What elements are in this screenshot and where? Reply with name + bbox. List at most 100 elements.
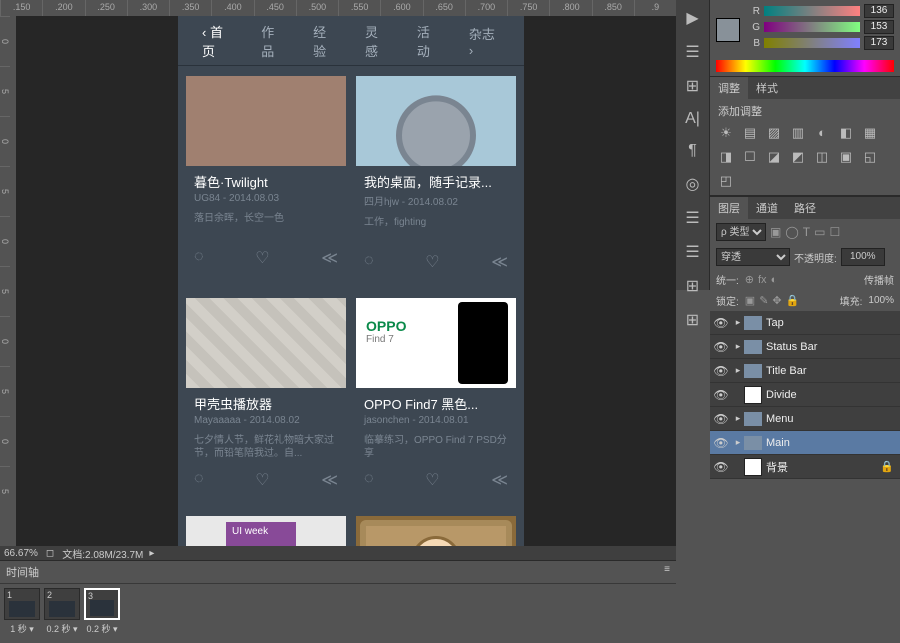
adjustment-icon[interactable]: ◨	[718, 149, 734, 165]
adjustment-icon[interactable]: ◩	[790, 149, 806, 165]
layer-row[interactable]: 👁▸ Title Bar	[710, 359, 900, 383]
filter-adjust-icon[interactable]: ◯	[785, 225, 798, 239]
layer-name[interactable]: Main	[766, 437, 790, 449]
visibility-icon[interactable]: 👁	[710, 460, 732, 474]
layer-row[interactable]: 👁Divide	[710, 383, 900, 407]
dock-icon[interactable]: ⊞	[686, 76, 699, 96]
share-icon[interactable]: ≪	[491, 470, 508, 490]
adjustment-icon[interactable]: ▥	[790, 125, 806, 141]
adjustment-icon[interactable]: ◧	[838, 125, 854, 141]
visibility-icon[interactable]: 👁	[710, 388, 732, 402]
expand-icon[interactable]: ▸	[732, 341, 744, 352]
expand-icon[interactable]: ▸	[732, 317, 744, 328]
lock-all-icon[interactable]: 🔒	[786, 295, 800, 307]
like-icon[interactable]: ♡	[425, 470, 439, 490]
comment-icon[interactable]: ◌	[364, 470, 374, 490]
timeline-frame[interactable]: 20.2 秒 ▾	[44, 588, 80, 635]
visibility-icon[interactable]: 👁	[710, 364, 732, 378]
dock-icon[interactable]: A|	[685, 110, 700, 128]
timeline-frame[interactable]: 30.2 秒 ▾	[84, 588, 120, 635]
unify-style-icon[interactable]: ◐	[771, 274, 778, 286]
layer-name[interactable]: 背景	[766, 459, 788, 475]
tab-channels[interactable]: 通道	[748, 197, 786, 219]
document-canvas[interactable]: ‹ 首页 作品 经验 灵感 活动 杂志 › 暮色·Twilight UG84 -…	[16, 16, 676, 546]
rotate-view-icon[interactable]: ◻	[46, 548, 54, 559]
share-icon[interactable]: ≪	[491, 252, 508, 272]
timeline-tab[interactable]: 时间轴	[6, 564, 39, 580]
tab-styles[interactable]: 样式	[748, 77, 786, 99]
unify-vis-icon[interactable]: fx	[758, 274, 767, 286]
layer-name[interactable]: Title Bar	[766, 365, 807, 377]
fill-value[interactable]: 100%	[868, 295, 894, 306]
dock-icon[interactable]: ☰	[685, 42, 699, 62]
visibility-icon[interactable]: 👁	[710, 412, 732, 426]
layer-row[interactable]: 👁▸ Status Bar	[710, 335, 900, 359]
dock-icon[interactable]: ☰	[685, 242, 699, 262]
card[interactable]: 暮色·Twilight UG84 - 2014.08.03 落日余晖，长空一色 …	[186, 76, 346, 282]
layer-name[interactable]: Tap	[766, 317, 784, 329]
share-icon[interactable]: ≪	[321, 248, 338, 268]
adjustment-icon[interactable]: ◐	[814, 125, 830, 141]
filter-type-icon[interactable]: T	[803, 225, 810, 239]
like-icon[interactable]: ♡	[255, 248, 269, 268]
filter-smart-icon[interactable]: ☐	[829, 225, 840, 239]
dock-icon[interactable]: ⊞	[686, 310, 699, 330]
like-icon[interactable]: ♡	[425, 252, 439, 272]
layer-name[interactable]: Status Bar	[766, 341, 817, 353]
layer-row[interactable]: 👁背景🔒	[710, 455, 900, 479]
comment-icon[interactable]: ◌	[364, 252, 374, 272]
tab-adjust[interactable]: 调整	[710, 77, 748, 99]
layer-row[interactable]: 👁▸ Tap	[710, 311, 900, 335]
expand-icon[interactable]: ▸	[732, 437, 744, 448]
card[interactable]: 我的桌面，随手记录... 四月hjw - 2014.08.02 工作，fight…	[356, 76, 516, 282]
panel-menu-icon[interactable]: ≡	[664, 564, 670, 580]
adjustment-icon[interactable]: ▣	[838, 149, 854, 165]
dock-icon[interactable]: ⊞	[686, 276, 699, 296]
comment-icon[interactable]: ◌	[194, 248, 204, 268]
expand-icon[interactable]: ▸	[732, 365, 744, 376]
adjustment-icon[interactable]: ◰	[718, 173, 734, 189]
adjustment-icon[interactable]: ◪	[766, 149, 782, 165]
propagate-label[interactable]: 传播帧	[864, 272, 894, 287]
adjustment-icon[interactable]: ☀	[718, 125, 734, 141]
nav-inspiration[interactable]: 灵感	[365, 22, 389, 60]
lock-pos-icon[interactable]: ✥	[772, 295, 781, 307]
layer-list[interactable]: 👁▸Tap👁▸Status Bar👁▸Title Bar👁Divide👁▸Men…	[710, 311, 900, 479]
tab-layers[interactable]: 图层	[710, 197, 748, 219]
chevron-right-icon[interactable]: ▸	[149, 548, 154, 559]
zoom-level[interactable]: 66.67%	[4, 548, 38, 559]
foreground-swatch[interactable]	[716, 18, 740, 42]
card[interactable]: OPPO Find 7 OPPO Find7 黑色... jasonchen -…	[356, 298, 516, 500]
b-value[interactable]: 173	[864, 36, 894, 50]
share-icon[interactable]: ≪	[321, 470, 338, 490]
nav-back[interactable]: ‹ 首页	[202, 22, 233, 60]
g-slider[interactable]	[764, 22, 860, 32]
visibility-icon[interactable]: 👁	[710, 436, 732, 450]
card[interactable]: 甲壳虫播放器 Mayaaaaa - 2014.08.02 七夕情人节，鲜花礼物暗…	[186, 298, 346, 500]
tab-paths[interactable]: 路径	[786, 197, 824, 219]
opacity-value[interactable]: 100%	[841, 248, 885, 266]
adjustment-icon[interactable]: ☐	[742, 149, 758, 165]
nav-works[interactable]: 作品	[261, 22, 285, 60]
visibility-icon[interactable]: 👁	[710, 340, 732, 354]
like-icon[interactable]: ♡	[255, 470, 269, 490]
b-slider[interactable]	[764, 38, 860, 48]
layer-filter-kind[interactable]: ρ 类型	[716, 223, 766, 241]
adjustment-icon[interactable]: ◫	[814, 149, 830, 165]
hue-strip[interactable]	[716, 60, 894, 72]
g-value[interactable]: 153	[864, 20, 894, 34]
layer-name[interactable]: Menu	[766, 413, 794, 425]
r-value[interactable]: 136	[864, 4, 894, 18]
lock-pixel-icon[interactable]: ✎	[759, 295, 768, 307]
adjustment-icon[interactable]: ◱	[862, 149, 878, 165]
dock-icon[interactable]: ¶	[688, 142, 697, 160]
dock-icon[interactable]: ◎	[686, 174, 700, 194]
visibility-icon[interactable]: 👁	[710, 316, 732, 330]
r-slider[interactable]	[764, 6, 860, 16]
comment-icon[interactable]: ◌	[194, 470, 204, 490]
expand-icon[interactable]: ▸	[732, 413, 744, 424]
timeline-frame[interactable]: 11 秒 ▾	[4, 588, 40, 635]
blend-mode[interactable]: 穿透	[716, 248, 790, 266]
dock-icon[interactable]: ☰	[685, 208, 699, 228]
dock-icon[interactable]: ▶	[686, 8, 698, 28]
